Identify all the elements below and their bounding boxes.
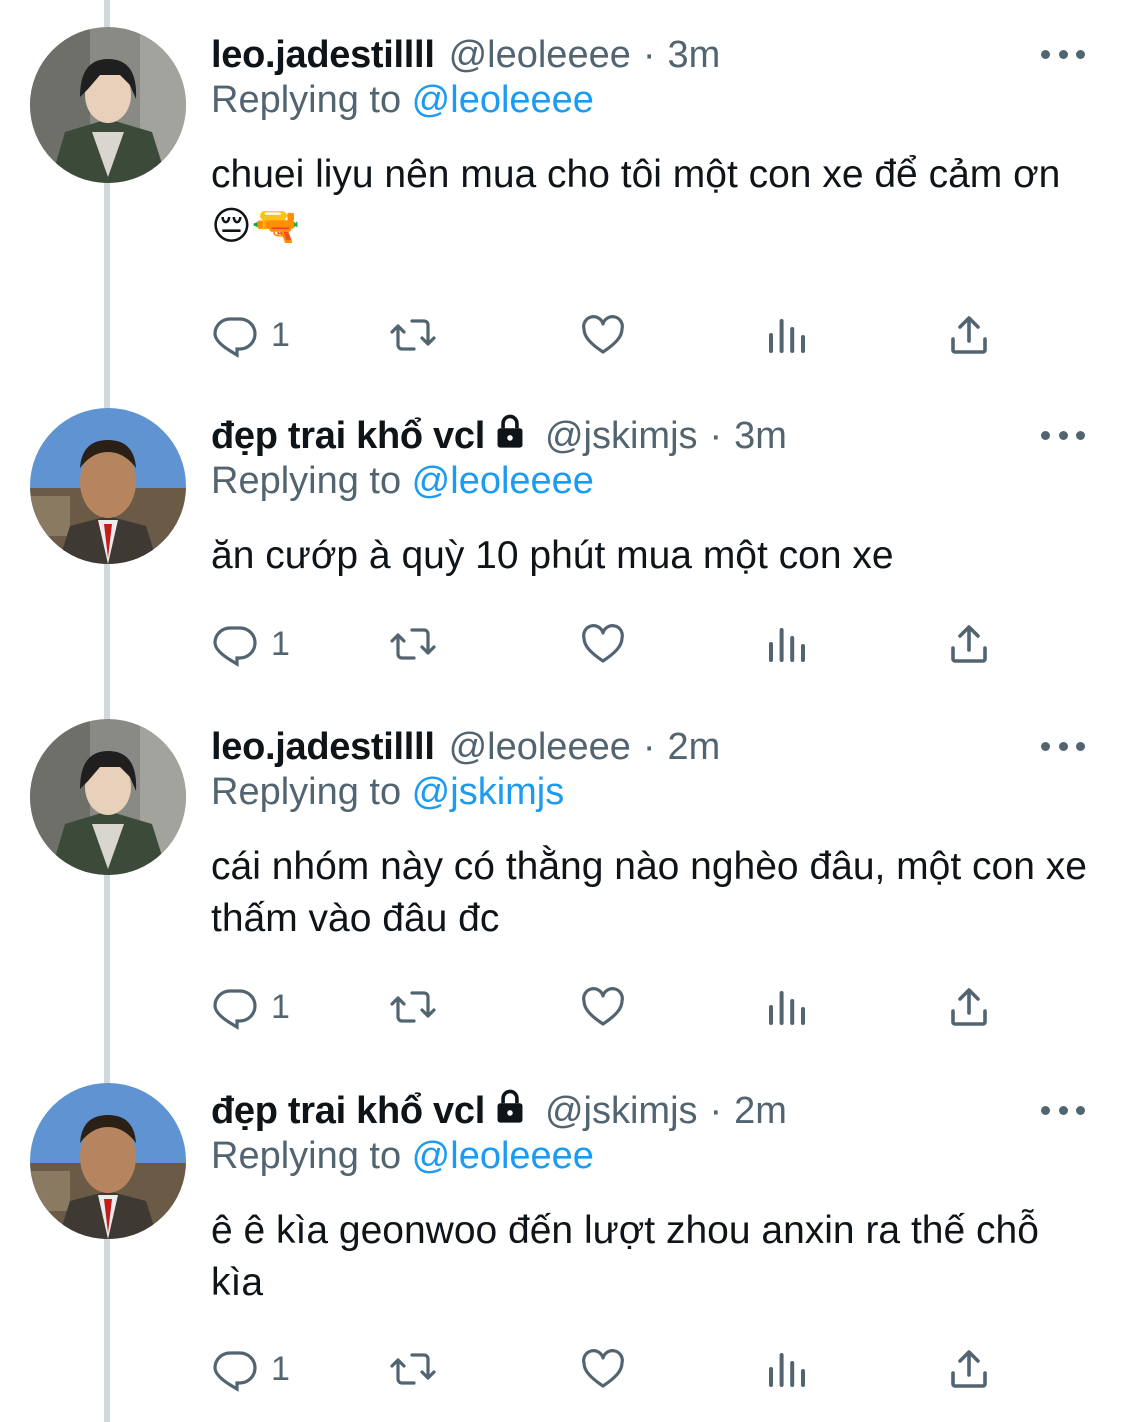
timestamp[interactable]: 2m	[734, 1090, 787, 1133]
display-name[interactable]: leo.jadestillll	[211, 34, 435, 77]
analytics-icon	[763, 1345, 811, 1393]
reply-count: 1	[271, 1349, 290, 1388]
more-icon[interactable]	[1041, 731, 1085, 761]
views-button[interactable]	[763, 977, 811, 1037]
retweet-icon	[389, 1345, 437, 1393]
mention-link[interactable]: @leoleeee	[412, 1135, 594, 1177]
heart-icon	[579, 1345, 627, 1393]
reply-count: 1	[271, 987, 290, 1026]
display-name[interactable]: đẹp trai khổ vcl	[211, 1090, 485, 1133]
replying-to: Replying to @leoleeee	[211, 79, 594, 122]
retweet-button[interactable]	[389, 977, 437, 1037]
retweet-button[interactable]	[389, 1339, 437, 1399]
tweet-text: ăn cướp à quỳ 10 phút mua một con xe	[211, 534, 894, 577]
separator-dot: ·	[642, 33, 656, 76]
retweet-button[interactable]	[389, 614, 437, 674]
tweet-header: leo.jadestillll @leoleeee · 2m	[211, 719, 720, 775]
user-handle[interactable]: @leoleeee	[449, 34, 631, 77]
replying-to-label: Replying to	[211, 460, 412, 502]
replying-to-label: Replying to	[211, 771, 412, 813]
display-name[interactable]: leo.jadestillll	[211, 726, 435, 769]
heart-icon	[579, 983, 627, 1031]
lock-icon	[493, 413, 527, 459]
tweet-header: đẹp trai khổ vcl @jskimjs · 2m	[211, 1083, 787, 1139]
analytics-icon	[763, 983, 811, 1031]
reply-count: 1	[271, 315, 290, 354]
like-button[interactable]	[579, 977, 627, 1037]
share-button[interactable]	[945, 1339, 993, 1399]
user-handle[interactable]: @jskimjs	[545, 415, 698, 458]
mention-link[interactable]: @jskimjs	[412, 771, 565, 813]
reply-button[interactable]: 1	[211, 614, 290, 674]
reply-count: 1	[271, 624, 290, 663]
share-button[interactable]	[945, 977, 993, 1037]
reply-button[interactable]: 1	[211, 1339, 290, 1399]
analytics-icon	[763, 620, 811, 668]
user-handle[interactable]: @leoleeee	[449, 726, 631, 769]
mention-link[interactable]: @leoleeee	[412, 460, 594, 502]
share-button[interactable]	[945, 305, 993, 365]
share-icon	[945, 1345, 993, 1393]
timestamp[interactable]: 2m	[668, 726, 721, 769]
share-button[interactable]	[945, 614, 993, 674]
retweet-icon	[389, 983, 437, 1031]
reply-button[interactable]: 1	[211, 977, 290, 1037]
avatar[interactable]	[30, 27, 186, 183]
more-icon[interactable]	[1041, 1095, 1085, 1125]
more-icon[interactable]	[1041, 420, 1085, 450]
replying-to-label: Replying to	[211, 1135, 412, 1177]
like-button[interactable]	[579, 614, 627, 674]
tweet-text: chuei liyu nên mua cho tôi một con xe để…	[211, 153, 1061, 248]
lock-icon	[493, 1088, 527, 1134]
views-button[interactable]	[763, 1339, 811, 1399]
retweet-button[interactable]	[389, 305, 437, 365]
user-handle[interactable]: @jskimjs	[545, 1090, 698, 1133]
replying-to-label: Replying to	[211, 79, 412, 121]
separator-dot: ·	[642, 725, 656, 768]
tweet-header: leo.jadestillll @leoleeee · 3m	[211, 27, 720, 83]
reply-icon	[211, 983, 259, 1031]
separator-dot: ·	[709, 414, 723, 457]
timestamp[interactable]: 3m	[668, 34, 721, 77]
replying-to: Replying to @jskimjs	[211, 771, 564, 814]
share-icon	[945, 311, 993, 359]
display-name[interactable]: đẹp trai khổ vcl	[211, 415, 485, 458]
tweet-text: ê ê kìa geonwoo đến lượt zhou anxin ra t…	[211, 1209, 1039, 1304]
reply-icon	[211, 620, 259, 668]
separator-dot: ·	[709, 1089, 723, 1132]
action-bar: 1	[211, 614, 1011, 674]
avatar[interactable]	[30, 1083, 186, 1239]
share-icon	[945, 983, 993, 1031]
heart-icon	[579, 620, 627, 668]
avatar[interactable]	[30, 719, 186, 875]
timestamp[interactable]: 3m	[734, 415, 787, 458]
heart-icon	[579, 311, 627, 359]
action-bar: 1	[211, 305, 1011, 365]
more-icon[interactable]	[1041, 39, 1085, 69]
avatar[interactable]	[30, 408, 186, 564]
mention-link[interactable]: @leoleeee	[412, 79, 594, 121]
retweet-icon	[389, 311, 437, 359]
tweet-header: đẹp trai khổ vcl @jskimjs · 3m	[211, 408, 787, 464]
reply-button[interactable]: 1	[211, 305, 290, 365]
like-button[interactable]	[579, 1339, 627, 1399]
like-button[interactable]	[579, 305, 627, 365]
replying-to: Replying to @leoleeee	[211, 460, 594, 503]
reply-icon	[211, 311, 259, 359]
reply-icon	[211, 1345, 259, 1393]
action-bar: 1	[211, 1339, 1011, 1399]
replying-to: Replying to @leoleeee	[211, 1135, 594, 1178]
views-button[interactable]	[763, 305, 811, 365]
action-bar: 1	[211, 977, 1011, 1037]
tweet-text: cái nhóm này có thằng nào nghèo đâu, một…	[211, 845, 1087, 940]
share-icon	[945, 620, 993, 668]
views-button[interactable]	[763, 614, 811, 674]
retweet-icon	[389, 620, 437, 668]
analytics-icon	[763, 311, 811, 359]
